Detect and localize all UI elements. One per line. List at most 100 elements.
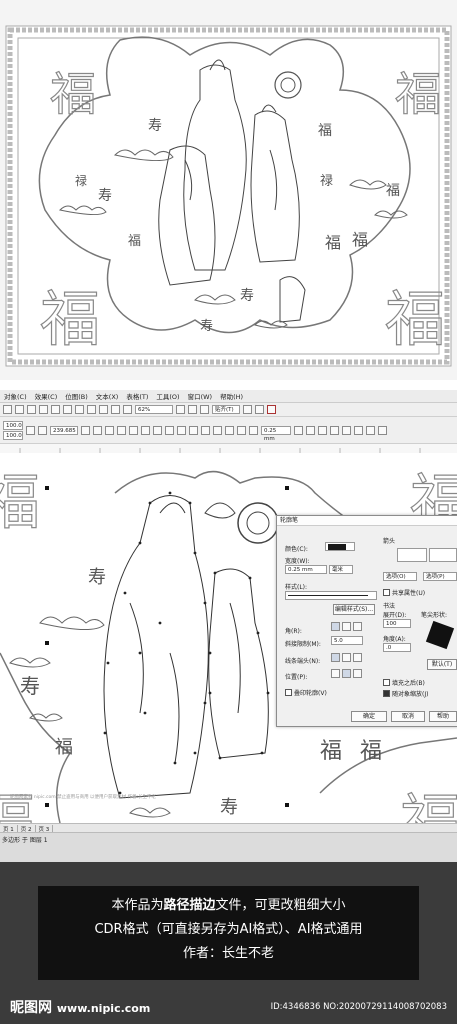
cancel-button[interactable]: 取消	[391, 711, 425, 722]
arrow-options-left[interactable]: 选项(O)	[383, 572, 417, 581]
ungroup-all-icon[interactable]	[129, 425, 138, 435]
image-id-text: ID:4346836 NO:20200729114008702083	[270, 1002, 447, 1012]
width-label: 宽度(W):	[285, 558, 310, 565]
overprint-checkbox[interactable]: 叠印轮廓(V)	[285, 688, 327, 697]
zoom-level-select[interactable]: 62%	[135, 405, 173, 414]
rotate-icon	[38, 425, 47, 435]
front-minus-back-icon[interactable]	[213, 425, 222, 435]
app-launcher-icon[interactable]	[267, 405, 276, 414]
position-center-icon[interactable]	[342, 669, 351, 678]
svg-text:寿: 寿	[200, 319, 213, 334]
intersect-icon[interactable]	[189, 425, 198, 435]
combine-icon[interactable]	[141, 425, 150, 435]
simplify-icon[interactable]	[201, 425, 210, 435]
description-line-3: 作者：长生不老	[182, 946, 274, 961]
convert-to-curves-icon[interactable]	[330, 425, 339, 435]
default-button[interactable]: 默认(T)	[427, 659, 457, 670]
unit-select[interactable]: 毫米	[329, 565, 353, 574]
svg-text:寿: 寿	[240, 287, 254, 304]
menu-item-object[interactable]: 对象(C)	[0, 391, 31, 401]
spread-field[interactable]: 100	[383, 619, 411, 628]
fu-char-top-left: 福	[50, 67, 96, 121]
menu-item-bitmap[interactable]: 位图(B)	[61, 391, 92, 401]
wrap-text-icon[interactable]	[342, 425, 351, 435]
position-inside-icon[interactable]	[353, 669, 362, 678]
align-icon[interactable]	[249, 425, 258, 435]
arrow-options-right[interactable]: 选项(P)	[423, 572, 457, 581]
outline-pen-dialog: 轮廓笔 颜色(C): 宽度(W): 0.25 mm 毫米 样式(L): 编辑样式…	[276, 515, 457, 727]
group-icon[interactable]	[105, 425, 114, 435]
save-icon[interactable]	[27, 405, 36, 414]
line-style-icon[interactable]	[306, 425, 315, 435]
svg-text:福: 福	[320, 739, 342, 764]
menu-item-window[interactable]: 窗口(W)	[184, 391, 217, 401]
mirror-vertical-icon[interactable]	[93, 425, 102, 435]
cap-square-icon[interactable]	[353, 653, 362, 662]
lock-ratio-icon[interactable]	[26, 425, 35, 435]
help-button[interactable]: 帮助	[429, 711, 457, 722]
angle-field[interactable]: .0	[383, 643, 411, 652]
print-icon[interactable]	[39, 405, 48, 414]
scale-with-object-checkbox[interactable]: 随对象缩放(J)	[383, 689, 428, 698]
to-back-icon[interactable]	[366, 425, 375, 435]
quick-customize-icon[interactable]	[378, 425, 387, 435]
end-arrow-select[interactable]	[429, 548, 457, 562]
import-icon[interactable]	[111, 405, 120, 414]
back-minus-front-icon[interactable]	[225, 425, 234, 435]
scale-x-field[interactable]: 100.0	[3, 420, 23, 430]
color-picker[interactable]	[325, 542, 355, 551]
width-select[interactable]: 0.25 mm	[285, 565, 327, 574]
share-attributes-checkbox[interactable]: 共享属性(U)	[383, 588, 425, 597]
corner-miter-icon[interactable]	[331, 622, 340, 631]
corner-bevel-icon[interactable]	[353, 622, 362, 631]
miter-limit-field[interactable]: 5.0	[331, 636, 363, 645]
position-outside-icon[interactable]	[331, 669, 340, 678]
cut-icon[interactable]	[51, 405, 60, 414]
svg-text:福: 福	[325, 233, 341, 252]
cap-butt-icon[interactable]	[331, 653, 340, 662]
menu-item-table[interactable]: 表格(T)	[122, 391, 152, 401]
start-arrow-icon[interactable]	[294, 425, 303, 435]
scale-y-field[interactable]: 100.0	[3, 430, 23, 440]
description-box: 本作品为路径描边文件，可更改粗细大小 CDR格式（可直接另存为AI格式）、AI格…	[38, 886, 419, 980]
menu-item-tools[interactable]: 工具(O)	[152, 391, 183, 401]
options-icon[interactable]	[243, 405, 252, 414]
fullscreen-icon[interactable]	[176, 405, 185, 414]
description-line-2: CDR格式（可直接另存为AI格式）、AI格式通用	[94, 922, 363, 937]
edit-style-button[interactable]: 编辑样式(S)...	[333, 604, 375, 615]
menu-item-text[interactable]: 文本(X)	[92, 391, 123, 401]
snap-to-dropdown[interactable]: 贴齐(T)	[212, 405, 240, 414]
new-document-icon[interactable]	[3, 405, 12, 414]
rulers-icon[interactable]	[188, 405, 197, 414]
cap-round-icon[interactable]	[342, 653, 351, 662]
grid-icon[interactable]	[200, 405, 209, 414]
redo-icon[interactable]	[99, 405, 108, 414]
break-apart-icon[interactable]	[153, 425, 162, 435]
paste-icon[interactable]	[75, 405, 84, 414]
weld-icon[interactable]	[165, 425, 174, 435]
open-folder-icon[interactable]	[15, 405, 24, 414]
to-front-icon[interactable]	[354, 425, 363, 435]
ok-button[interactable]: 确定	[351, 711, 387, 722]
nib-shape-preview[interactable]	[425, 620, 455, 650]
export-icon[interactable]	[123, 405, 132, 414]
launcher-icon[interactable]	[255, 405, 264, 414]
arrows-label: 箭头	[383, 538, 396, 545]
end-arrow-icon[interactable]	[318, 425, 327, 435]
dialog-title: 轮廓笔	[277, 516, 457, 526]
menu-item-effects[interactable]: 效果(C)	[31, 391, 62, 401]
outline-width-select[interactable]: 0.25 mm	[261, 425, 291, 442]
menu-item-help[interactable]: 帮助(H)	[216, 391, 247, 401]
corner-round-icon[interactable]	[342, 622, 351, 631]
svg-text:福: 福	[0, 788, 35, 823]
mirror-horizontal-icon[interactable]	[81, 425, 90, 435]
style-select[interactable]	[285, 591, 377, 600]
copy-icon[interactable]	[63, 405, 72, 414]
ungroup-icon[interactable]	[117, 425, 126, 435]
boundary-icon[interactable]	[237, 425, 246, 435]
undo-icon[interactable]	[87, 405, 96, 414]
fill-behind-checkbox[interactable]: 填充之后(B)	[383, 678, 425, 687]
rotation-angle-field[interactable]: 239.685	[50, 425, 78, 435]
start-arrow-select[interactable]	[397, 548, 427, 562]
trim-icon[interactable]	[177, 425, 186, 435]
